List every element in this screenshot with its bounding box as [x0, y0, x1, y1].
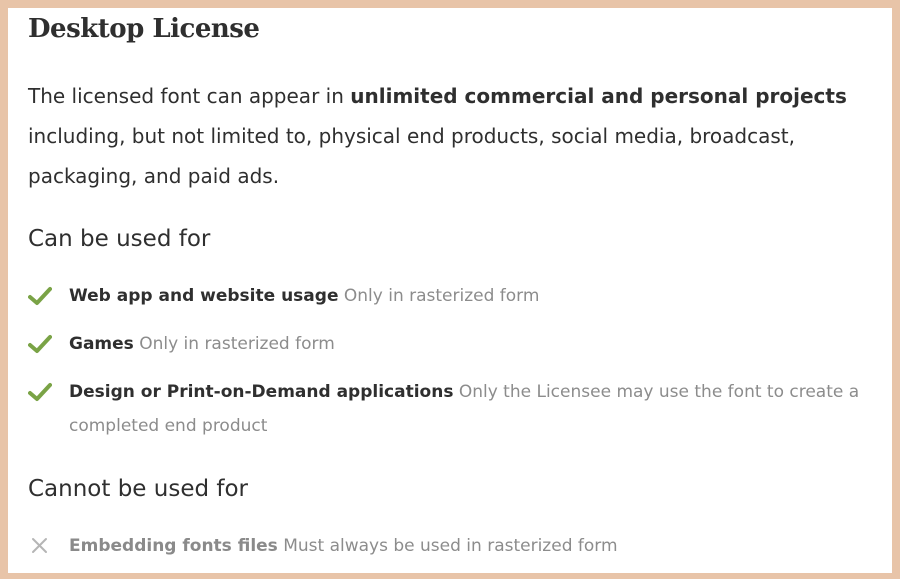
- can-use-heading: Can be used for: [28, 226, 211, 252]
- description-text-start: The licensed font can appear in: [28, 84, 351, 108]
- item-name: Design or Print-on-Demand applications: [69, 382, 454, 402]
- check-icon: [28, 285, 52, 307]
- cannot-use-item-embedding: Embedding fonts files Must always be use…: [28, 529, 888, 563]
- item-name: Web app and website usage: [69, 286, 339, 306]
- can-use-item-web: Web app and website usage Only in raster…: [28, 279, 888, 313]
- item-note: Only in rasterized form: [343, 286, 540, 306]
- license-description: The licensed font can appear in unlimite…: [28, 76, 878, 196]
- can-use-item-print-on-demand: Design or Print-on-Demand applications O…: [28, 375, 888, 443]
- page-title: Desktop License: [28, 14, 260, 44]
- check-icon: [28, 381, 52, 403]
- check-icon: [28, 333, 52, 355]
- item-name: Embedding fonts files: [69, 536, 278, 556]
- cannot-use-heading: Cannot be used for: [28, 476, 249, 502]
- item-note: Must always be used in rasterized form: [283, 536, 618, 556]
- license-panel: Desktop License The licensed font can ap…: [8, 8, 892, 573]
- description-text-end: including, but not limited to, physical …: [28, 124, 795, 188]
- item-note: Only in rasterized form: [139, 334, 335, 354]
- item-name: Games: [69, 334, 134, 354]
- description-emphasis: unlimited commercial and personal projec…: [350, 84, 847, 108]
- x-icon: [28, 535, 52, 557]
- can-use-item-games: Games Only in rasterized form: [28, 327, 888, 361]
